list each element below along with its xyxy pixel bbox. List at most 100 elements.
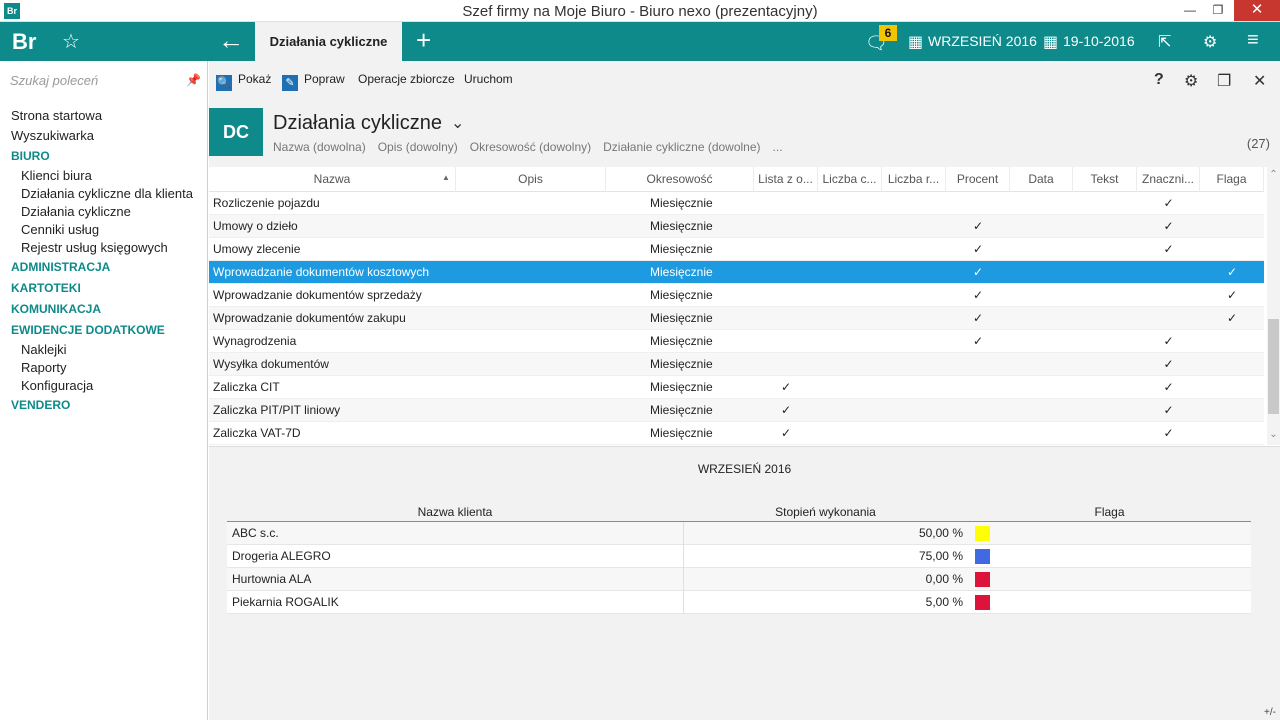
column-header-0[interactable]: Nazwa [209, 167, 456, 192]
table-row[interactable]: Rozliczenie pojazdu Miesięcznie ✓ [209, 192, 1264, 215]
column-header-client[interactable]: Nazwa klienta [227, 505, 683, 519]
export-icon[interactable]: ⇱ [1158, 32, 1171, 52]
table-row[interactable]: Zaliczka CIT Miesięcznie ✓ ✓ [209, 376, 1264, 399]
new-tab-plus-icon[interactable]: + [416, 25, 431, 56]
row-name: Wprowadzanie dokumentów zakupu [213, 311, 406, 325]
sidebar-item-rejestr-usług-księgowych[interactable]: Rejestr usług księgowych [11, 239, 193, 257]
table-row[interactable]: Umowy o dzieło Miesięcznie ✓ ✓ [209, 215, 1264, 238]
column-header-3[interactable]: Lista z o... [754, 167, 818, 192]
column-header-9[interactable]: Znaczni... [1137, 167, 1200, 192]
menu-icon[interactable]: ≡ [1247, 29, 1259, 52]
column-header-6[interactable]: Procent [946, 167, 1010, 192]
sidebar-item-strona-startowa[interactable]: Strona startowa [11, 106, 193, 126]
row-period: Miesięcznie [650, 357, 713, 371]
client-row[interactable]: Piekarnia ROGALIK 5,00 % [227, 591, 1251, 614]
filter-item[interactable]: ... [773, 140, 783, 154]
check-znacznik: ✓ [1163, 357, 1174, 371]
sidebar-item-raporty[interactable]: Raporty [11, 359, 193, 377]
column-header-10[interactable]: Flaga [1200, 167, 1264, 192]
page-header: DC Działania cykliczne ⌄ Nazwa (dowolna)… [209, 99, 1280, 167]
sidebar-item-działania-cykliczne[interactable]: Działania cykliczne [11, 203, 193, 221]
scroll-down-icon[interactable]: ⌄ [1267, 429, 1280, 440]
sidebar-item-komunikacja[interactable]: KOMUNIKACJA [11, 299, 193, 320]
detach-window-icon[interactable]: ❐ [1217, 71, 1231, 91]
client-name: Drogeria ALEGRO [232, 549, 331, 563]
row-period: Miesięcznie [650, 196, 713, 210]
edit-button[interactable]: ✎ Popraw [282, 72, 345, 91]
close-window-icon[interactable]: ✕ [1234, 0, 1280, 21]
row-period: Miesięcznie [650, 219, 713, 233]
scrollbar-thumb[interactable] [1268, 319, 1279, 414]
pin-icon[interactable]: 📌 [186, 73, 201, 87]
filter-item[interactable]: Nazwa (dowolna) [273, 140, 366, 154]
table-row[interactable]: Zaliczka PIT/PIT liniowy Miesięcznie ✓ ✓ [209, 399, 1264, 422]
minimize-icon[interactable]: — [1176, 0, 1204, 21]
sidebar-item-administracja[interactable]: ADMINISTRACJA [11, 257, 193, 278]
sidebar-item-klienci-biura[interactable]: Klienci biura [11, 167, 193, 185]
date-selector[interactable]: 19-10-2016 [1063, 33, 1135, 49]
check-procent: ✓ [972, 311, 984, 325]
table-row[interactable]: Umowy zlecenie Miesięcznie ✓ ✓ [209, 238, 1264, 261]
column-header-8[interactable]: Tekst [1073, 167, 1137, 192]
filter-item[interactable]: Opis (dowolny) [378, 140, 458, 154]
run-button[interactable]: Uruchom [464, 72, 513, 86]
row-name: Wprowadzanie dokumentów kosztowych [213, 265, 430, 279]
table-row[interactable]: Wynagrodzenia Miesięcznie ✓ ✓ [209, 330, 1264, 353]
client-row[interactable]: Drogeria ALEGRO 75,00 % [227, 545, 1251, 568]
column-header-flag[interactable]: Flaga [968, 505, 1251, 519]
sidebar-item-vendero[interactable]: VENDERO [11, 395, 193, 416]
sidebar-item-naklejki[interactable]: Naklejki [11, 341, 193, 359]
command-search-input[interactable]: Szukaj poleceń [10, 73, 200, 88]
table-row[interactable]: Zaliczka VAT-7D Miesięcznie ✓ ✓ [209, 422, 1264, 445]
sidebar-item-działania-cykliczne-dla-klienta[interactable]: Działania cykliczne dla klienta [11, 185, 193, 203]
column-header-5[interactable]: Liczba r... [882, 167, 946, 192]
bulk-operations-button[interactable]: Operacje zbiorcze [358, 72, 455, 86]
table-row[interactable]: Wprowadzanie dokumentów kosztowych Miesię… [209, 261, 1264, 284]
sidebar-item-konfiguracja[interactable]: Konfiguracja [11, 377, 193, 395]
favorites-star-icon[interactable]: ☆ [62, 29, 80, 54]
sidebar-item-cenniki-usług[interactable]: Cenniki usług [11, 221, 193, 239]
table-row[interactable]: Wprowadzanie dokumentów zakupu Miesięczni… [209, 307, 1264, 330]
help-icon[interactable]: ? [1154, 71, 1164, 89]
client-name: Hurtownia ALA [232, 572, 312, 586]
client-row[interactable]: Hurtownia ALA 0,00 % [227, 568, 1251, 591]
column-header-4[interactable]: Liczba c... [818, 167, 882, 192]
column-header-2[interactable]: Okresowość [606, 167, 754, 192]
close-tab-icon[interactable]: ✕ [1253, 71, 1266, 91]
column-header-1[interactable]: Opis [456, 167, 606, 192]
sidebar-item-biuro[interactable]: BIURO [11, 146, 193, 167]
sidebar-item-wyszukiwarka[interactable]: Wyszukiwarka [11, 126, 193, 146]
row-name: Zaliczka PIT/PIT liniowy [213, 403, 341, 417]
calendar-month-icon: ▦ [908, 34, 924, 51]
tab-dzialania-cykliczne[interactable]: Działania cykliczne [255, 22, 402, 61]
chevron-down-icon[interactable]: ⌄ [451, 113, 464, 133]
period-selector[interactable]: WRZESIEŃ 2016 [928, 33, 1037, 49]
notification-badge[interactable]: 6 [879, 25, 897, 41]
scroll-up-icon[interactable]: ⌃ [1267, 169, 1280, 180]
client-row[interactable]: ABC s.c. 50,00 % [227, 522, 1251, 545]
column-header-7[interactable]: Data [1010, 167, 1073, 192]
table-row[interactable]: Wysyłka dokumentów Miesięcznie ✓ [209, 353, 1264, 376]
filter-item[interactable]: Okresowość (dowolny) [470, 140, 591, 154]
client-table-header: Nazwa klienta Stopień wykonania Flaga [227, 502, 1251, 522]
show-button[interactable]: 🔍 Pokaż [216, 72, 271, 91]
restore-icon[interactable]: ❐ [1204, 0, 1232, 21]
filter-item[interactable]: Działanie cykliczne (dowolne) [603, 140, 760, 154]
expand-collapse-toggle[interactable]: +/- [1264, 707, 1276, 718]
flag-color-swatch [975, 595, 990, 610]
cyclic-actions-table: Nazwa Opis Okresowość Lista z o... Liczba c.… [209, 167, 1264, 445]
table-row[interactable]: Wprowadzanie dokumentów sprzedaży Miesięc… [209, 284, 1264, 307]
sidebar-item-kartoteki[interactable]: KARTOTEKI [11, 278, 193, 299]
sidebar-item-ewidencje-dodatkowe[interactable]: EWIDENCJE DODATKOWE [11, 320, 193, 341]
settings-gear-icon[interactable]: ⚙ [1184, 71, 1198, 91]
sidebar-nav: Strona startowa Wyszukiwarka BIURO Klienci … [11, 106, 193, 416]
app-logo[interactable]: Br [12, 29, 36, 55]
page-title: Działania cykliczne [273, 112, 442, 134]
vertical-scrollbar[interactable]: ⌃ ⌄ [1267, 167, 1280, 445]
column-header-progress[interactable]: Stopień wykonania [683, 505, 968, 519]
gear-icon[interactable]: ⚙ [1203, 32, 1217, 52]
back-arrow-icon[interactable]: ← [218, 25, 244, 56]
flag-color-swatch [975, 572, 990, 587]
row-period: Miesięcznie [650, 334, 713, 348]
check-znacznik: ✓ [1163, 380, 1174, 394]
